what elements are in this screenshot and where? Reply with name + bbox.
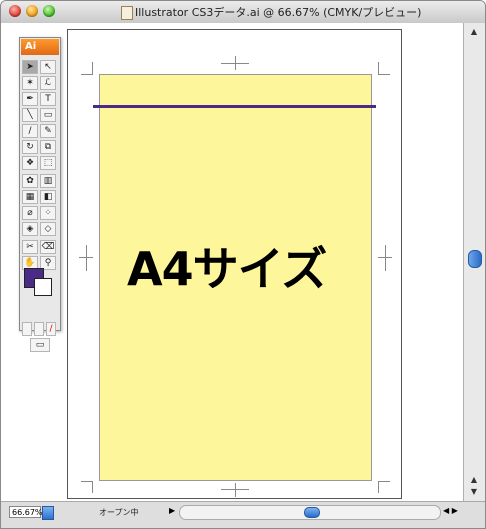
- zoom-button[interactable]: [43, 5, 55, 17]
- mesh-tool-icon[interactable]: ▦: [22, 190, 38, 204]
- slice-tool-icon[interactable]: ✂: [22, 240, 38, 254]
- crop-mark: [81, 481, 93, 482]
- rectangle-tool-icon[interactable]: ▭: [40, 108, 56, 122]
- crop-mark: [378, 481, 390, 482]
- paintbrush-tool-icon[interactable]: ∕: [22, 124, 38, 138]
- gradient-mode-icon[interactable]: [34, 322, 44, 336]
- live-paint-selection-tool-icon[interactable]: ◇: [40, 222, 56, 236]
- magic-wand-tool-icon[interactable]: ✶: [22, 76, 38, 90]
- lasso-tool-icon[interactable]: ℒ: [40, 76, 56, 90]
- document-canvas[interactable]: A4サイズ: [1, 23, 463, 501]
- a4-size-text[interactable]: A4サイズ: [127, 233, 327, 299]
- crop-mark: [92, 481, 93, 493]
- status-message[interactable]: オープン中: [99, 507, 139, 518]
- selection-tool-icon[interactable]: ➤: [22, 60, 38, 74]
- crop-mark: [378, 62, 379, 74]
- document-icon: [121, 6, 133, 20]
- status-menu-arrow-icon[interactable]: ▶: [169, 506, 175, 515]
- crop-mark: [378, 74, 390, 75]
- screen-mode-icon[interactable]: ▭: [30, 338, 50, 352]
- guide-line[interactable]: [93, 105, 376, 108]
- zoom-level-field[interactable]: 66.67%: [9, 506, 43, 518]
- pencil-tool-icon[interactable]: ✎: [40, 124, 56, 138]
- scroll-up-arrow-icon[interactable]: ▲: [469, 27, 479, 37]
- horizontal-scrollbar[interactable]: [179, 505, 441, 520]
- crop-mark: [378, 481, 379, 493]
- eraser-tool-icon[interactable]: ⌫: [40, 240, 56, 254]
- symbol-sprayer-tool-icon[interactable]: ✿: [22, 174, 38, 188]
- status-bar: 66.67% オープン中 ▶ ◀ ▶: [1, 501, 485, 528]
- blend-tool-icon[interactable]: ⁘: [40, 206, 56, 220]
- zoom-dropdown-button[interactable]: [42, 506, 54, 520]
- window-title: Illustrator CS3データ.ai @ 66.67% (CMYK/プレビ…: [135, 6, 422, 19]
- rotate-tool-icon[interactable]: ↻: [22, 140, 38, 154]
- line-tool-icon[interactable]: ╲: [22, 108, 38, 122]
- stroke-swatch[interactable]: [34, 278, 52, 296]
- horizontal-scroll-thumb[interactable]: [304, 507, 320, 518]
- eyedropper-tool-icon[interactable]: ⌀: [22, 206, 38, 220]
- minimize-button[interactable]: [26, 5, 38, 17]
- crop-mark: [221, 63, 249, 64]
- pen-tool-icon[interactable]: ✒: [22, 92, 38, 106]
- crop-mark: [86, 245, 87, 271]
- crop-mark: [81, 74, 93, 75]
- close-button[interactable]: [9, 5, 21, 17]
- scale-tool-icon[interactable]: ⧉: [40, 140, 56, 154]
- color-mode-icon[interactable]: [22, 322, 32, 336]
- scroll-up-arrow-icon[interactable]: ▲: [469, 475, 479, 485]
- direct-selection-tool-icon[interactable]: ↖: [40, 60, 56, 74]
- crop-mark: [385, 245, 386, 271]
- crop-mark: [221, 489, 249, 490]
- gradient-tool-icon[interactable]: ◧: [40, 190, 56, 204]
- tools-panel[interactable]: Ai ➤ ↖ ✶ ℒ ✒ T ╲ ▭ ∕ ✎ ↻ ⧉ ❖ ⬚ ✿ ▥ ▦ ◧ ⌀…: [19, 37, 61, 352]
- crop-mark: [92, 62, 93, 74]
- vertical-scrollbar[interactable]: ▲ ▲ ▼: [463, 23, 485, 501]
- illustrator-logo: Ai: [21, 39, 59, 55]
- title-bar[interactable]: Illustrator CS3データ.ai @ 66.67% (CMYK/プレビ…: [1, 1, 485, 24]
- none-mode-icon[interactable]: /: [46, 322, 56, 336]
- free-transform-tool-icon[interactable]: ⬚: [40, 156, 56, 170]
- illustrator-window: Illustrator CS3データ.ai @ 66.67% (CMYK/プレビ…: [0, 0, 486, 529]
- warp-tool-icon[interactable]: ❖: [22, 156, 38, 170]
- live-paint-bucket-tool-icon[interactable]: ◈: [22, 222, 38, 236]
- type-tool-icon[interactable]: T: [40, 92, 56, 106]
- column-graph-tool-icon[interactable]: ▥: [40, 174, 56, 188]
- scroll-down-arrow-icon[interactable]: ▼: [469, 487, 479, 497]
- crop-mark: [235, 483, 236, 497]
- vertical-scroll-thumb[interactable]: [468, 250, 482, 268]
- scroll-left-right-arrows-icon[interactable]: ◀ ▶: [443, 506, 458, 515]
